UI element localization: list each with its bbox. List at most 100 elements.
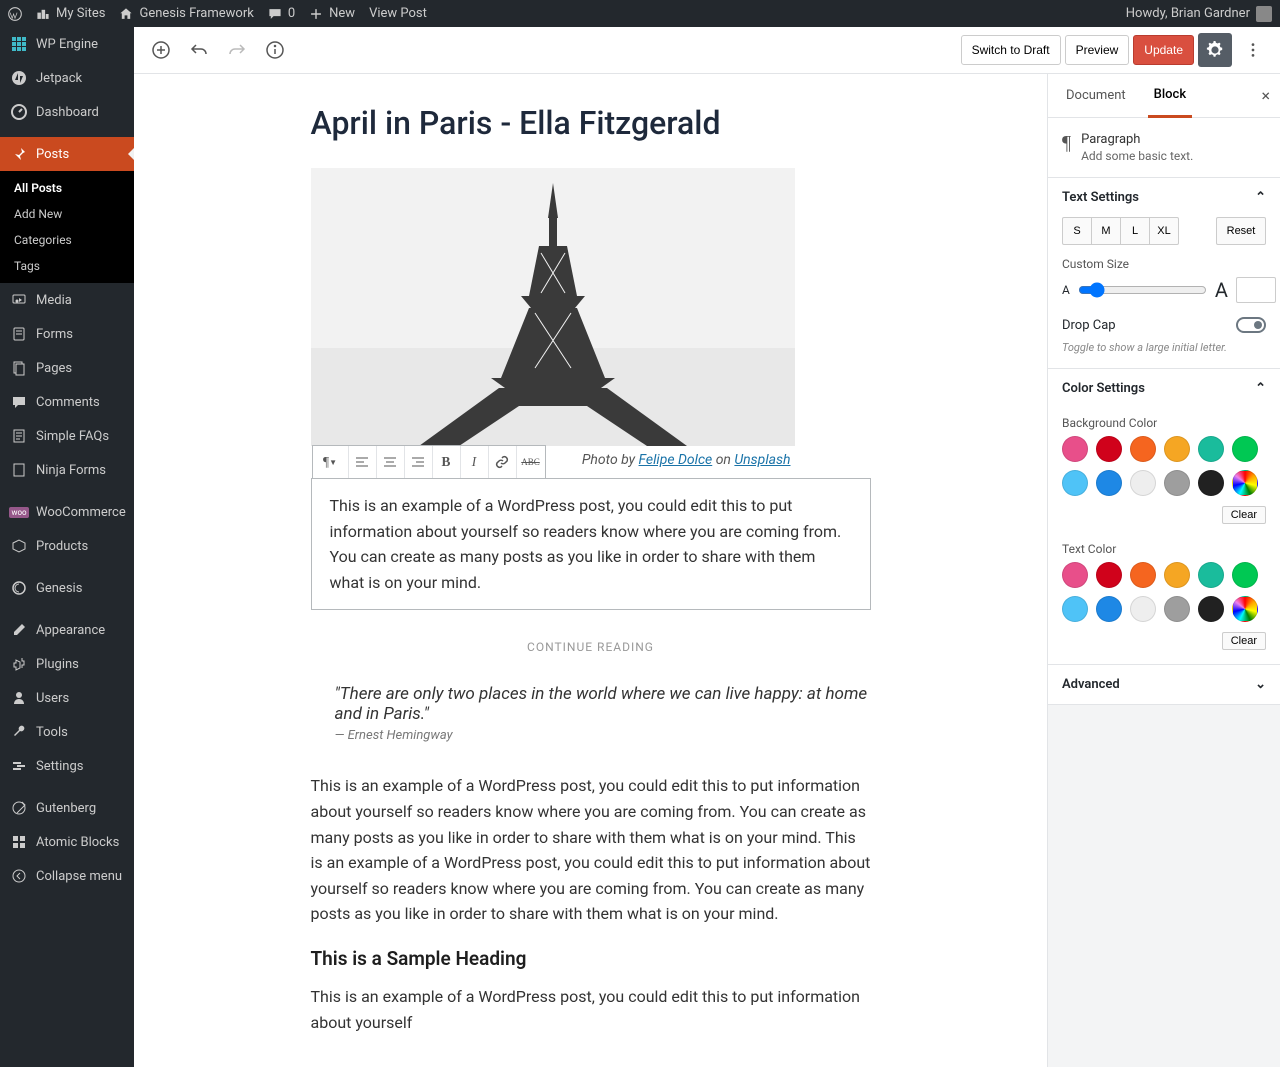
more-options-button[interactable] (1236, 33, 1270, 67)
align-center-button[interactable] (377, 446, 405, 478)
color-swatch[interactable] (1130, 596, 1156, 622)
clear-text-button[interactable]: Clear (1222, 632, 1266, 650)
settings-toggle-button[interactable] (1198, 33, 1232, 67)
strikethrough-button[interactable]: ABC (517, 446, 545, 478)
bold-button[interactable]: B (433, 446, 461, 478)
tab-document[interactable]: Document (1060, 74, 1132, 118)
block-type-button[interactable]: ¶ ▼ (313, 446, 349, 478)
wp-logo[interactable] (8, 7, 22, 21)
align-left-button[interactable] (349, 446, 377, 478)
sidebar-item-jetpack[interactable]: Jetpack (0, 61, 134, 95)
color-swatch[interactable] (1198, 436, 1224, 462)
sidebar-item-atomic[interactable]: Atomic Blocks (0, 825, 134, 859)
howdy[interactable]: Howdy, Brian Gardner (1126, 6, 1272, 22)
caption-source-link[interactable]: Unsplash (734, 452, 790, 468)
color-swatch[interactable] (1164, 562, 1190, 588)
sidebar-item-faqs[interactable]: Simple FAQs (0, 419, 134, 453)
preview-button[interactable]: Preview (1065, 35, 1130, 65)
color-swatch[interactable] (1130, 436, 1156, 462)
size-m-button[interactable]: M (1091, 217, 1121, 245)
view-post[interactable]: View Post (369, 6, 427, 21)
sidebar-item-comments[interactable]: Comments (0, 385, 134, 419)
sidebar-item-plugins[interactable]: Plugins (0, 647, 134, 681)
sidebar-item-appearance[interactable]: Appearance (0, 613, 134, 647)
drop-cap-hint: Toggle to show a large initial letter. (1062, 341, 1266, 354)
sidebar-collapse[interactable]: Collapse menu (0, 859, 134, 893)
clear-bg-button[interactable]: Clear (1222, 506, 1266, 524)
color-swatch[interactable] (1096, 470, 1122, 496)
link-button[interactable] (489, 446, 517, 478)
text-settings-header[interactable]: Text Settings ⌃ (1048, 178, 1280, 217)
color-swatch[interactable] (1232, 562, 1258, 588)
sidebar-item-pages[interactable]: Pages (0, 351, 134, 385)
post-title[interactable]: April in Paris - Ella Fitzgerald (311, 104, 871, 142)
color-swatch[interactable] (1164, 596, 1190, 622)
update-button[interactable]: Update (1133, 35, 1194, 65)
color-swatch[interactable] (1198, 596, 1224, 622)
advanced-header[interactable]: Advanced ⌄ (1048, 665, 1280, 704)
color-swatch[interactable] (1062, 470, 1088, 496)
color-swatch[interactable] (1198, 562, 1224, 588)
sidebar-item-media[interactable]: Media (0, 283, 134, 317)
color-swatch[interactable] (1164, 436, 1190, 462)
sidebar-item-dashboard[interactable]: Dashboard (0, 95, 134, 129)
paragraph-block[interactable]: This is an example of a WordPress post, … (311, 984, 871, 1035)
color-swatch[interactable] (1062, 562, 1088, 588)
tab-block[interactable]: Block (1148, 74, 1192, 118)
caption-author-link[interactable]: Felipe Dolce (639, 452, 713, 468)
sidebar-item-gutenberg[interactable]: Gutenberg (0, 791, 134, 825)
redo-button[interactable] (220, 33, 254, 67)
add-block-button[interactable] (144, 33, 178, 67)
sidebar-item-posts[interactable]: Posts (0, 137, 134, 171)
submenu-add-new[interactable]: Add New (0, 201, 134, 227)
submenu-tags[interactable]: Tags (0, 253, 134, 279)
new-link[interactable]: New (309, 6, 355, 21)
sidebar-item-forms[interactable]: Forms (0, 317, 134, 351)
color-swatch[interactable] (1164, 470, 1190, 496)
color-settings-header[interactable]: Color Settings ⌃ (1048, 369, 1280, 408)
color-swatch[interactable] (1062, 596, 1088, 622)
color-swatch[interactable] (1130, 562, 1156, 588)
size-s-button[interactable]: S (1062, 217, 1092, 245)
align-right-button[interactable] (405, 446, 433, 478)
sidebar-item-settings[interactable]: Settings (0, 749, 134, 783)
paragraph-block[interactable]: This is an example of a WordPress post, … (311, 773, 871, 927)
submenu-categories[interactable]: Categories (0, 227, 134, 253)
font-size-input[interactable] (1236, 277, 1276, 303)
undo-button[interactable] (182, 33, 216, 67)
custom-color-swatch[interactable] (1232, 596, 1258, 622)
heading-block[interactable]: This is a Sample Heading (311, 947, 871, 970)
drop-cap-toggle[interactable] (1236, 317, 1266, 333)
color-swatch[interactable] (1062, 436, 1088, 462)
info-button[interactable] (258, 33, 292, 67)
close-panel-button[interactable]: × (1261, 86, 1270, 105)
my-sites[interactable]: My Sites (36, 6, 105, 21)
custom-color-swatch[interactable] (1232, 470, 1258, 496)
sidebar-item-genesis[interactable]: Genesis (0, 571, 134, 605)
sidebar-item-ninja[interactable]: Ninja Forms (0, 453, 134, 487)
sidebar-item-tools[interactable]: Tools (0, 715, 134, 749)
reset-size-button[interactable]: Reset (1216, 217, 1266, 245)
sidebar-item-users[interactable]: Users (0, 681, 134, 715)
color-swatch[interactable] (1232, 436, 1258, 462)
quote-block[interactable]: "There are only two places in the world … (335, 684, 871, 743)
color-swatch[interactable] (1130, 470, 1156, 496)
size-xl-button[interactable]: XL (1149, 217, 1179, 245)
sidebar-item-products[interactable]: Products (0, 529, 134, 563)
font-size-slider[interactable] (1078, 282, 1207, 298)
color-swatch[interactable] (1198, 470, 1224, 496)
comments-link[interactable]: 0 (268, 6, 295, 21)
sidebar-item-wpengine[interactable]: WP Engine (0, 27, 134, 61)
continue-reading[interactable]: CONTINUE READING (311, 640, 871, 654)
sidebar-item-woo[interactable]: wooWooCommerce (0, 495, 134, 529)
color-swatch[interactable] (1096, 436, 1122, 462)
italic-button[interactable]: I (461, 446, 489, 478)
color-swatch[interactable] (1096, 596, 1122, 622)
paragraph-block-selected[interactable]: ¶ ▼ B I ABC This is an example of a Word… (311, 478, 871, 610)
switch-to-draft-button[interactable]: Switch to Draft (961, 35, 1061, 65)
submenu-all-posts[interactable]: All Posts (0, 175, 134, 201)
size-l-button[interactable]: L (1120, 217, 1150, 245)
color-swatch[interactable] (1096, 562, 1122, 588)
featured-image[interactable] (311, 168, 795, 446)
site-name[interactable]: Genesis Framework (119, 6, 253, 21)
